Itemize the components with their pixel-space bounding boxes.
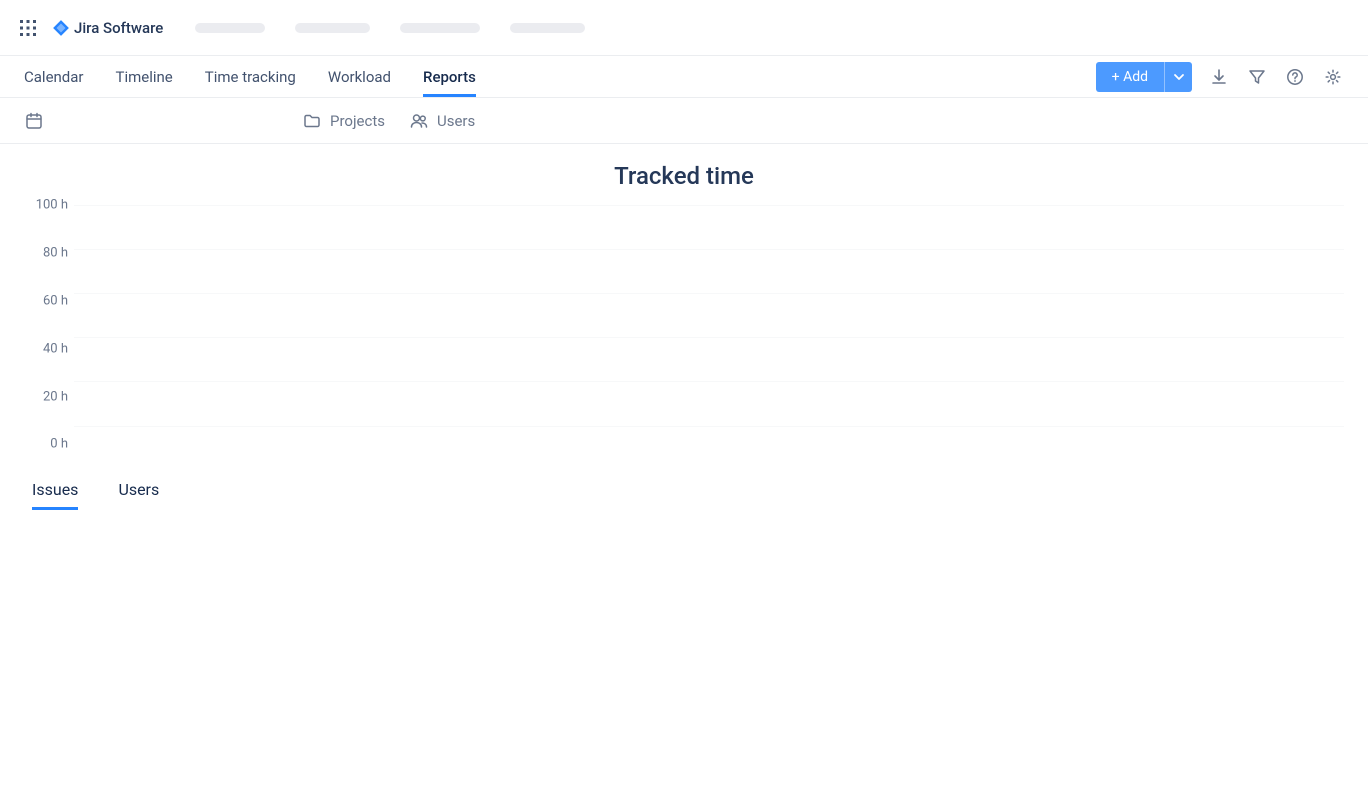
chart-title: Tracked time bbox=[0, 162, 1368, 190]
gear-icon bbox=[1324, 68, 1342, 86]
users-filter-label: Users bbox=[437, 112, 475, 130]
nav-placeholder bbox=[510, 23, 585, 33]
settings-button[interactable] bbox=[1322, 66, 1344, 88]
tab-actions: + Add bbox=[1096, 62, 1344, 92]
tab-timeline[interactable]: Timeline bbox=[116, 56, 173, 97]
filter-row: Projects Users bbox=[0, 98, 1368, 144]
chart-y-axis: 100 h 80 h 60 h 40 h 20 h 0 h bbox=[18, 200, 68, 460]
tab-reports[interactable]: Reports bbox=[423, 56, 476, 97]
y-tick: 80 h bbox=[18, 246, 68, 261]
users-icon bbox=[409, 111, 429, 131]
chart-plot-area bbox=[74, 200, 1344, 440]
folder-icon bbox=[302, 111, 322, 131]
help-button[interactable] bbox=[1284, 66, 1306, 88]
sub-tabs: Issues Users bbox=[0, 480, 1368, 510]
calendar-icon bbox=[24, 111, 44, 131]
subtab-issues[interactable]: Issues bbox=[32, 480, 78, 510]
y-tick: 60 h bbox=[18, 293, 68, 308]
add-button[interactable]: + Add bbox=[1096, 62, 1164, 92]
jira-logo-icon bbox=[52, 19, 70, 37]
filter-icon bbox=[1248, 68, 1266, 86]
tab-time-tracking[interactable]: Time tracking bbox=[205, 56, 296, 97]
tracked-time-chart: 100 h 80 h 60 h 40 h 20 h 0 h bbox=[0, 200, 1368, 460]
main-tabs-row: Calendar Timeline Time tracking Workload… bbox=[0, 56, 1368, 98]
filter-button[interactable] bbox=[1246, 66, 1268, 88]
nav-placeholder bbox=[295, 23, 370, 33]
download-icon bbox=[1210, 68, 1228, 86]
main-tabs: Calendar Timeline Time tracking Workload… bbox=[24, 56, 476, 97]
y-tick: 100 h bbox=[18, 198, 68, 213]
app-switcher-icon[interactable] bbox=[16, 16, 40, 40]
y-tick: 20 h bbox=[18, 389, 68, 404]
chevron-down-icon bbox=[1173, 71, 1185, 83]
download-button[interactable] bbox=[1208, 66, 1230, 88]
subtab-users[interactable]: Users bbox=[118, 480, 159, 510]
users-filter[interactable]: Users bbox=[409, 111, 475, 131]
projects-filter-label: Projects bbox=[330, 112, 385, 130]
app-bar: Jira Software bbox=[0, 0, 1368, 56]
projects-filter[interactable]: Projects bbox=[302, 111, 385, 131]
add-button-group: + Add bbox=[1096, 62, 1192, 92]
help-icon bbox=[1286, 68, 1304, 86]
jira-logo[interactable]: Jira Software bbox=[52, 19, 163, 37]
date-picker-button[interactable] bbox=[24, 111, 44, 131]
product-name: Jira Software bbox=[74, 19, 163, 37]
tab-workload[interactable]: Workload bbox=[328, 56, 391, 97]
tab-calendar[interactable]: Calendar bbox=[24, 56, 84, 97]
add-dropdown-button[interactable] bbox=[1164, 62, 1192, 92]
y-tick: 0 h bbox=[18, 437, 68, 452]
y-tick: 40 h bbox=[18, 341, 68, 356]
nav-placeholder bbox=[400, 23, 480, 33]
nav-placeholder bbox=[195, 23, 265, 33]
